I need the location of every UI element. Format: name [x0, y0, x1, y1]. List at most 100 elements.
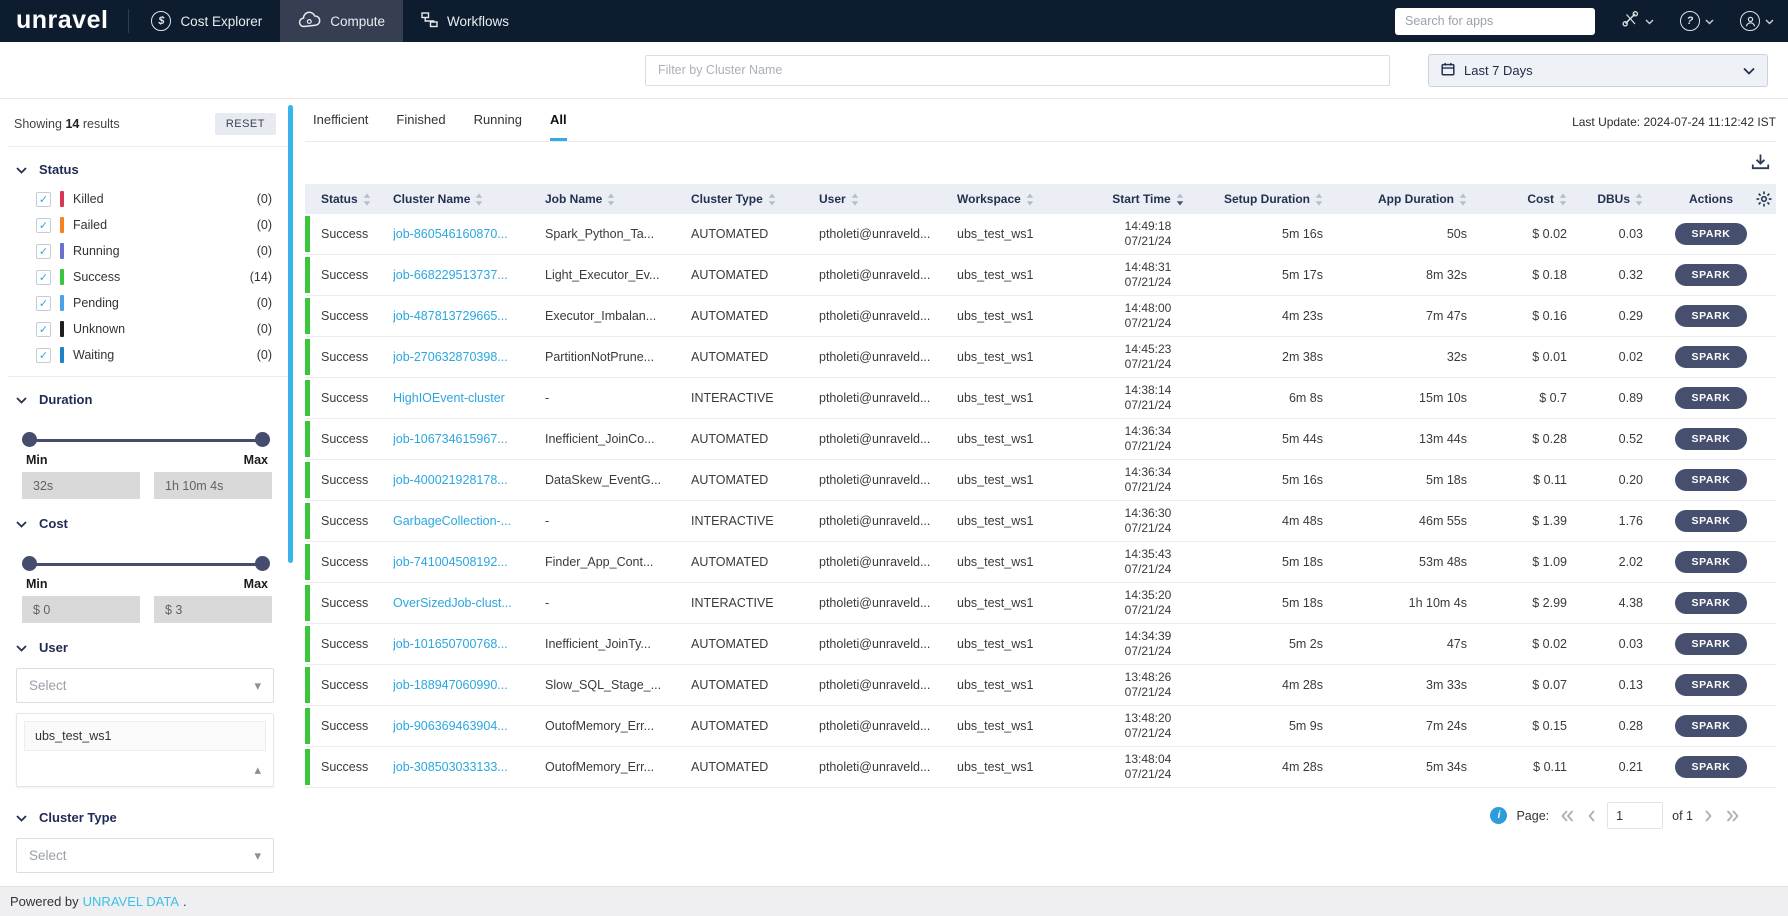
user-menu[interactable]: [1740, 11, 1774, 31]
spark-action-button[interactable]: SPARK: [1674, 305, 1748, 327]
previous-page-button[interactable]: [1585, 808, 1598, 824]
table-row[interactable]: Success GarbageCollection-... - INTERACT…: [305, 501, 1776, 542]
status-filter-item[interactable]: ✓ Unknown (0): [8, 316, 288, 342]
checkbox-checked-icon[interactable]: ✓: [36, 243, 51, 259]
column-header-job-name[interactable]: Job Name: [545, 192, 691, 206]
cluster-name-link[interactable]: job-308503033133...: [393, 760, 508, 774]
spark-action-button[interactable]: SPARK: [1674, 674, 1748, 696]
slider-handle-min[interactable]: [22, 432, 37, 447]
tab-all[interactable]: All: [550, 112, 567, 141]
page-number-input[interactable]: [1607, 802, 1664, 829]
table-row[interactable]: Success job-188947060990... Slow_SQL_Sta…: [305, 665, 1776, 706]
nav-item-cost-explorer[interactable]: $ Cost Explorer: [133, 0, 280, 42]
column-header-workspace[interactable]: Workspace: [957, 192, 1075, 206]
column-header-status[interactable]: Status: [305, 192, 393, 206]
download-button[interactable]: [1751, 153, 1770, 173]
tab-running[interactable]: Running: [474, 112, 522, 141]
status-filter-item[interactable]: ✓ Pending (0): [8, 290, 288, 316]
checkbox-checked-icon[interactable]: ✓: [36, 295, 51, 311]
nav-item-compute[interactable]: Compute: [280, 0, 403, 42]
status-filter-item[interactable]: ✓ Killed (0): [8, 186, 288, 212]
unravel-logo[interactable]: unravel: [0, 6, 128, 37]
column-header-cost[interactable]: Cost: [1495, 192, 1579, 206]
table-row[interactable]: Success job-270632870398... PartitionNot…: [305, 337, 1776, 378]
status-filter-item[interactable]: ✓ Waiting (0): [8, 342, 288, 368]
search-input[interactable]: [1395, 7, 1595, 35]
checkbox-checked-icon[interactable]: ✓: [36, 269, 51, 285]
cluster-name-link[interactable]: job-906369463904...: [393, 719, 508, 733]
cluster-name-link[interactable]: OverSizedJob-clust...: [393, 596, 512, 610]
cluster-name-filter-input[interactable]: [645, 54, 1390, 86]
first-page-button[interactable]: [1558, 808, 1576, 824]
cluster-name-link[interactable]: job-188947060990...: [393, 678, 508, 692]
table-row[interactable]: Success job-860546160870... Spark_Python…: [305, 214, 1776, 255]
cluster-type-section-header[interactable]: Cluster Type: [8, 795, 288, 834]
cluster-name-link[interactable]: job-741004508192...: [393, 555, 508, 569]
table-row[interactable]: Success job-308503033133... OutofMemory_…: [305, 747, 1776, 788]
info-icon[interactable]: i: [1490, 807, 1508, 824]
spark-action-button[interactable]: SPARK: [1674, 756, 1748, 778]
column-header-dbus[interactable]: DBUs: [1579, 192, 1655, 206]
spark-action-button[interactable]: SPARK: [1674, 387, 1748, 409]
spark-action-button[interactable]: SPARK: [1674, 551, 1748, 573]
nav-item-workflows[interactable]: Workflows: [403, 0, 527, 42]
table-row[interactable]: Success job-906369463904... OutofMemory_…: [305, 706, 1776, 747]
spark-action-button[interactable]: SPARK: [1674, 715, 1748, 737]
cluster-name-link[interactable]: job-101650700768...: [393, 637, 508, 651]
slider-handle-max[interactable]: [255, 556, 270, 571]
cost-section-header[interactable]: Cost: [8, 501, 288, 540]
table-row[interactable]: Success job-106734615967... Inefficient_…: [305, 419, 1776, 460]
cluster-name-link[interactable]: job-270632870398...: [393, 350, 508, 364]
cost-range-slider[interactable]: [22, 556, 270, 572]
status-filter-item[interactable]: ✓ Running (0): [8, 238, 288, 264]
slider-handle-max[interactable]: [255, 432, 270, 447]
table-row[interactable]: Success job-101650700768... Inefficient_…: [305, 624, 1776, 665]
spark-action-button[interactable]: SPARK: [1674, 223, 1748, 245]
spark-action-button[interactable]: SPARK: [1674, 469, 1748, 491]
workspace-option[interactable]: ubs_test_ws1: [24, 721, 266, 751]
cluster-name-link[interactable]: job-400021928178...: [393, 473, 508, 487]
table-row[interactable]: Success job-487813729665... Executor_Imb…: [305, 296, 1776, 337]
cluster-name-link[interactable]: job-487813729665...: [393, 309, 508, 323]
column-header-app-duration[interactable]: App Duration: [1357, 192, 1495, 206]
status-filter-item[interactable]: ✓ Success (14): [8, 264, 288, 290]
column-header-cluster-type[interactable]: Cluster Type: [691, 192, 819, 206]
spark-action-button[interactable]: SPARK: [1674, 428, 1748, 450]
duration-max-value[interactable]: 1h 10m 4s: [154, 472, 272, 499]
column-header-start-time[interactable]: Start Time: [1075, 192, 1221, 206]
table-row[interactable]: Success job-400021928178... DataSkew_Eve…: [305, 460, 1776, 501]
cost-max-value[interactable]: $ 3: [154, 596, 272, 623]
reset-filters-button[interactable]: RESET: [214, 113, 276, 135]
tab-finished[interactable]: Finished: [396, 112, 445, 141]
table-settings-gear-icon[interactable]: [1756, 191, 1772, 210]
table-row[interactable]: Success job-668229513737... Light_Execut…: [305, 255, 1776, 296]
checkbox-checked-icon[interactable]: ✓: [36, 217, 51, 233]
next-page-button[interactable]: [1702, 808, 1715, 824]
duration-section-header[interactable]: Duration: [8, 377, 288, 416]
user-select[interactable]: Select ▾: [16, 668, 274, 703]
date-range-dropdown[interactable]: Last 7 Days: [1428, 53, 1768, 87]
checkbox-checked-icon[interactable]: ✓: [36, 347, 51, 363]
checkbox-checked-icon[interactable]: ✓: [36, 191, 51, 207]
checkbox-checked-icon[interactable]: ✓: [36, 321, 51, 337]
slider-handle-min[interactable]: [22, 556, 37, 571]
cluster-name-link[interactable]: HighIOEvent-cluster: [393, 391, 505, 405]
spark-action-button[interactable]: SPARK: [1674, 264, 1748, 286]
table-row[interactable]: Success HighIOEvent-cluster - INTERACTIV…: [305, 378, 1776, 419]
cluster-name-link[interactable]: job-106734615967...: [393, 432, 508, 446]
cluster-name-link[interactable]: GarbageCollection-...: [393, 514, 511, 528]
unravel-data-link[interactable]: UNRAVEL DATA: [83, 894, 179, 909]
spark-action-button[interactable]: SPARK: [1674, 510, 1748, 532]
table-row[interactable]: Success job-741004508192... Finder_App_C…: [305, 542, 1776, 583]
spark-action-button[interactable]: SPARK: [1674, 346, 1748, 368]
duration-min-value[interactable]: 32s: [22, 472, 140, 499]
cluster-name-link[interactable]: job-668229513737...: [393, 268, 508, 282]
cost-min-value[interactable]: $ 0: [22, 596, 140, 623]
cluster-type-select[interactable]: Select ▾: [16, 838, 274, 873]
collapse-dropdown-control[interactable]: ▴: [17, 758, 273, 786]
status-filter-item[interactable]: ✓ Failed (0): [8, 212, 288, 238]
duration-range-slider[interactable]: [22, 432, 270, 448]
column-header-cluster-name[interactable]: Cluster Name: [393, 192, 545, 206]
help-menu[interactable]: ?: [1680, 11, 1714, 31]
status-section-header[interactable]: Status: [8, 147, 288, 186]
